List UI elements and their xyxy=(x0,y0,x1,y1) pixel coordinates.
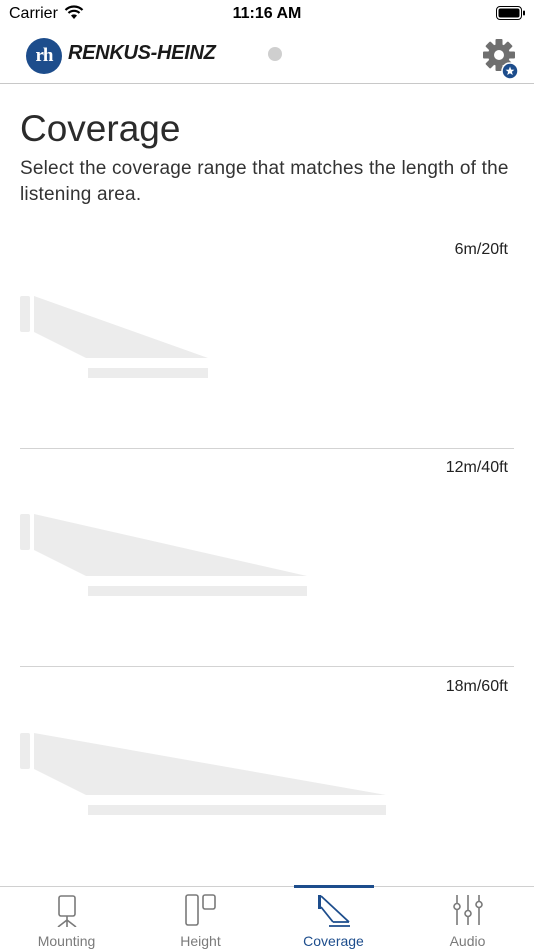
mounting-icon xyxy=(57,895,76,927)
speaker-bracket xyxy=(20,296,30,332)
coverage-diagram xyxy=(20,296,208,378)
coverage-option-18m[interactable]: 18m/60ft xyxy=(20,667,514,885)
status-bar: Carrier 11:16 AM xyxy=(0,0,534,28)
page-description: Select the coverage range that matches t… xyxy=(20,158,509,205)
coverage-icon xyxy=(317,895,350,927)
coverage-range-label: 12m/40ft xyxy=(445,459,508,476)
tab-mounting[interactable]: Mounting xyxy=(0,887,133,951)
settings-gear-icon[interactable] xyxy=(482,38,520,80)
tab-label: Audio xyxy=(449,933,486,949)
speaker-bracket xyxy=(20,733,30,769)
app-header: rh RENKUS-HEINZ xyxy=(0,30,534,84)
battery-icon xyxy=(496,6,525,20)
coverage-beam xyxy=(34,296,208,358)
bottom-tab-bar: Mounting Height Coverage Audio xyxy=(0,885,534,951)
tab-label: Mounting xyxy=(37,933,96,949)
tab-label: Height xyxy=(180,933,221,949)
height-icon xyxy=(184,894,216,926)
listening-floor xyxy=(88,805,386,815)
tab-audio[interactable]: Audio xyxy=(401,887,534,951)
coverage-diagram xyxy=(20,514,307,596)
coverage-diagram xyxy=(20,733,386,815)
listening-floor xyxy=(88,586,307,596)
brand-logo-text: RENKUS-HEINZ xyxy=(68,42,216,64)
connection-status-dot xyxy=(268,47,282,61)
coverage-option-6m[interactable]: 6m/20ft xyxy=(20,230,514,449)
coverage-range-label: 18m/60ft xyxy=(445,678,508,695)
listening-floor xyxy=(88,368,208,378)
audio-icon xyxy=(452,895,483,925)
speaker-bracket xyxy=(20,514,30,550)
coverage-range-label: 6m/20ft xyxy=(454,241,508,258)
brand-logo-mark: rh xyxy=(26,38,62,74)
tab-label: Coverage xyxy=(303,933,364,949)
tab-coverage[interactable]: Coverage xyxy=(267,887,400,951)
coverage-beam xyxy=(34,733,386,795)
page-title: Coverage xyxy=(20,108,181,149)
coverage-option-12m[interactable]: 12m/40ft xyxy=(20,448,514,667)
clock: 11:16 AM xyxy=(232,5,302,22)
tab-height[interactable]: Height xyxy=(134,887,267,951)
coverage-beam xyxy=(34,514,307,576)
